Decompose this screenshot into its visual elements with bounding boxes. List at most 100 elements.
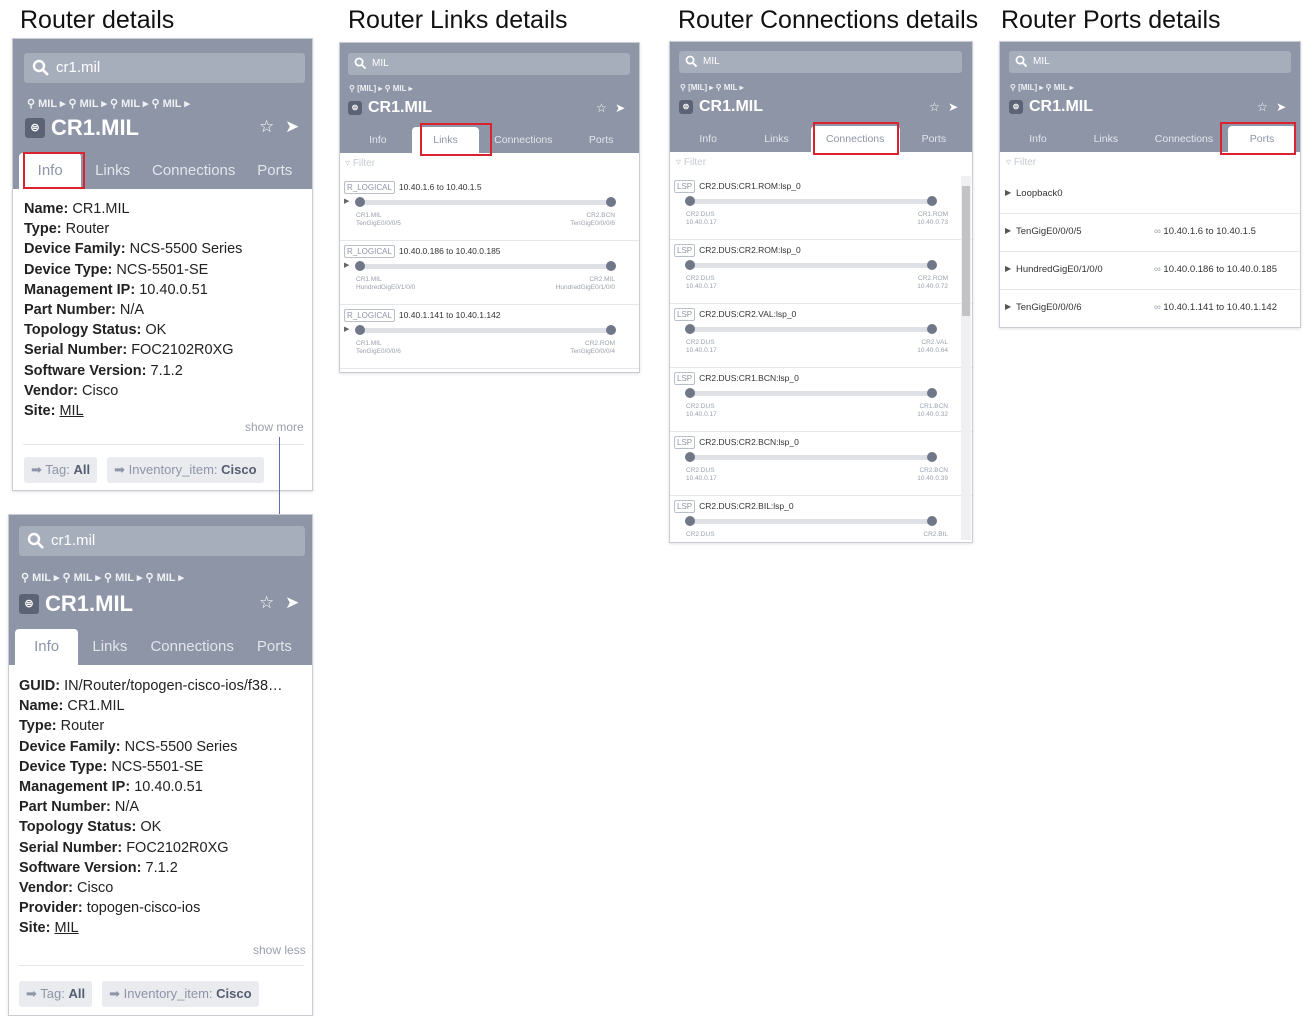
left-endpoint-name: CR2.DUS — [686, 339, 715, 346]
expand-caret-icon[interactable]: ▶ — [1005, 226, 1011, 235]
tag-icon: ➡ — [109, 986, 121, 1001]
tab-info[interactable]: Info — [1004, 126, 1072, 152]
tag-chip[interactable]: ➡ Tag: All — [19, 981, 93, 1007]
site-link[interactable]: MIL — [54, 920, 78, 936]
tab-links[interactable]: Links — [78, 629, 141, 665]
list-item[interactable]: LSP CR2.DUS:CR2.ROM:lsp_0 CR2.DUS 10.40.0.1… — [670, 240, 972, 304]
list-item[interactable]: LSP CR2.DUS:CR2.BIL:lsp_0 CR2.DUS CR2.BIL — [670, 496, 972, 542]
list-item[interactable]: LSP CR2.DUS:CR1.BCN:lsp_0 CR2.DUS 10.40.0.1… — [670, 368, 972, 432]
port-row[interactable]: ▶ HundredGigE0/1/0/0 ∞ 10.40.0.186 to 10.4… — [1000, 251, 1300, 290]
locate-icon[interactable]: ➤ — [948, 100, 958, 114]
tab-info[interactable]: Info — [344, 127, 412, 153]
filter-input[interactable]: ▿ Filter — [676, 157, 706, 168]
breadcrumb[interactable]: ⚲ [MIL] ▸ ⚲ MIL ▸ — [680, 83, 744, 92]
info-value: Cisco — [82, 382, 119, 399]
info-row: Site: MIL — [24, 401, 306, 421]
breadcrumb[interactable]: ⚲ [MIL] ▸ ⚲ MIL ▸ — [1010, 83, 1074, 92]
locate-icon[interactable]: ➤ — [615, 101, 625, 115]
list-item[interactable]: LSP CR2.DUS:CR2.VAL:lsp_0 CR2.DUS 10.40.0.1… — [670, 304, 972, 368]
tab-ports[interactable]: Ports — [567, 127, 635, 153]
breadcrumb[interactable]: ⚲ [MIL] ▸ ⚲ MIL ▸ — [349, 84, 413, 93]
tab-connections[interactable]: Connections — [142, 629, 243, 665]
info-row: Type: Router — [19, 716, 307, 736]
port-link[interactable]: ∞ 10.40.1.6 to 10.40.1.5 — [1154, 226, 1256, 237]
tab-ports[interactable]: Ports — [900, 126, 968, 152]
star-icon[interactable]: ☆ — [1257, 100, 1268, 114]
tab-connections[interactable]: Connections — [1140, 126, 1228, 152]
item-title: R_LOGICAL 10.40.1.141 to 10.40.1.142 — [344, 309, 501, 322]
inventory-chip[interactable]: ➡ Inventory_item: Cisco — [102, 981, 259, 1007]
list-item[interactable]: LSP CR2.DUS:CR1.ROM:lsp_0 CR2.DUS 10.40.0.1… — [670, 176, 972, 240]
breadcrumb[interactable]: ⚲ MIL ▸ ⚲ MIL ▸ ⚲ MIL ▸ ⚲ MIL ▸ — [21, 571, 184, 584]
left-endpoint: CR2.DUS 10.40.0.17 — [686, 339, 717, 355]
star-icon[interactable]: ☆ — [929, 100, 940, 114]
router-details-panel: cr1.mil ⚲ MIL ▸ ⚲ MIL ▸ ⚲ MIL ▸ ⚲ MIL ▸ … — [12, 38, 313, 491]
info-key: Type: — [19, 718, 57, 735]
item-title-text: CR2.DUS:CR2.BCN:lsp_0 — [699, 437, 799, 447]
left-endpoint: CR1.MIL TenGigE0/0/0/5 — [356, 212, 401, 228]
scrollbar-thumb[interactable] — [962, 186, 970, 316]
expand-caret-icon[interactable]: ▶ — [1005, 188, 1011, 197]
search-input[interactable]: MIL — [679, 51, 962, 73]
info-key: Device Family: — [19, 738, 121, 755]
port-name: TenGigE0/0/0/5 — [1016, 226, 1082, 237]
tab-links[interactable]: Links — [81, 153, 143, 189]
router-ports-panel: MIL ⚲ [MIL] ▸ ⚲ MIL ▸ ⊜ CR1.MIL ☆ ➤ Info… — [999, 41, 1301, 328]
show-less-link[interactable]: show less — [253, 943, 306, 957]
tab-links[interactable]: Links — [742, 126, 810, 152]
expand-caret-icon[interactable]: ▶ — [344, 261, 349, 269]
tab-ports[interactable]: Ports — [243, 629, 306, 665]
list-item[interactable]: R_LOGICAL 10.40.1.6 to 10.40.1.5 ▶ CR1.MIL T… — [340, 177, 639, 241]
router-connections-panel: MIL ⚲ [MIL] ▸ ⚲ MIL ▸ ⊜ CR1.MIL ☆ ➤ Info… — [669, 41, 973, 543]
expand-caret-icon[interactable]: ▶ — [1005, 264, 1011, 273]
search-input[interactable]: cr1.mil — [24, 53, 305, 83]
list-item[interactable]: R_LOGICAL 10.40.0.186 to 10.40.0.185 ▶ CR1.… — [340, 241, 639, 305]
tab-info[interactable]: Info — [15, 629, 79, 665]
inventory-chip[interactable]: ➡ Inventory_item: Cisco — [107, 457, 264, 483]
tab-links[interactable]: Links — [1072, 126, 1140, 152]
breadcrumb[interactable]: ⚲ MIL ▸ ⚲ MIL ▸ ⚲ MIL ▸ ⚲ MIL ▸ — [27, 97, 190, 110]
star-icon[interactable]: ☆ — [259, 593, 274, 612]
info-row: Device Type: NCS-5501-SE — [19, 757, 307, 777]
scrollbar[interactable] — [961, 176, 971, 540]
search-input[interactable]: MIL — [1009, 51, 1291, 73]
filter-input[interactable]: ▿ Filter — [1006, 157, 1036, 168]
list-item[interactable]: LSP CR2.DUS:CR2.BCN:lsp_0 CR2.DUS 10.40.0.1… — [670, 432, 972, 496]
info-row: GUID: IN/Router/topogen-cisco-ios/f38… — [19, 676, 307, 696]
show-more-link[interactable]: show more — [245, 420, 304, 434]
expand-caret-icon[interactable]: ▶ — [344, 325, 349, 333]
endpoint-dot — [927, 388, 937, 398]
port-row[interactable]: ▶ TenGigE0/0/0/5 ∞ 10.40.1.6 to 10.40.1.5 — [1000, 213, 1300, 252]
star-icon[interactable]: ☆ — [259, 117, 274, 136]
search-icon — [27, 532, 44, 549]
star-icon[interactable]: ☆ — [596, 101, 607, 115]
tab-connections[interactable]: Connections — [144, 153, 244, 189]
expand-caret-icon[interactable]: ▶ — [1005, 302, 1011, 311]
tab-ports[interactable]: Ports — [244, 153, 306, 189]
tag-chip[interactable]: ➡ Tag: All — [24, 457, 98, 483]
locate-icon[interactable]: ➤ — [285, 117, 299, 136]
filter-input[interactable]: ▿ Filter — [345, 158, 375, 169]
port-link[interactable]: ∞ 10.40.1.141 to 10.40.1.142 — [1154, 302, 1277, 313]
locate-icon[interactable]: ➤ — [1276, 100, 1286, 114]
type-chip: LSP — [674, 436, 696, 449]
router-icon: ⊜ — [679, 100, 693, 114]
port-link[interactable]: ∞ 10.40.0.186 to 10.40.0.185 — [1154, 264, 1277, 275]
info-row: Software Version: 7.1.2 — [19, 858, 307, 878]
info-key: Device Type: — [24, 261, 113, 278]
site-link[interactable]: MIL — [59, 403, 83, 419]
item-title: LSP CR2.DUS:CR2.BIL:lsp_0 — [674, 500, 794, 513]
left-endpoint-detail: 10.40.0.17 — [686, 283, 717, 290]
port-row[interactable]: ▶ TenGigE0/0/0/6 ∞ 10.40.1.141 to 10.40.1.… — [1000, 289, 1300, 327]
port-row[interactable]: ▶ Loopback0 — [1000, 175, 1300, 214]
tab-info[interactable]: Info — [674, 126, 742, 152]
expand-caret-icon[interactable]: ▶ — [344, 197, 349, 205]
locate-icon[interactable]: ➤ — [285, 593, 299, 612]
list-item[interactable]: R_LOGICAL 10.40.1.141 to 10.40.1.142 ▶ CR1.… — [340, 305, 639, 369]
router-icon: ⊜ — [19, 594, 39, 614]
search-input[interactable]: cr1.mil — [19, 526, 305, 556]
tab-connections[interactable]: Connections — [479, 127, 567, 153]
search-input[interactable]: MIL — [348, 53, 630, 75]
search-icon — [32, 59, 49, 76]
info-value: Router — [60, 718, 105, 735]
